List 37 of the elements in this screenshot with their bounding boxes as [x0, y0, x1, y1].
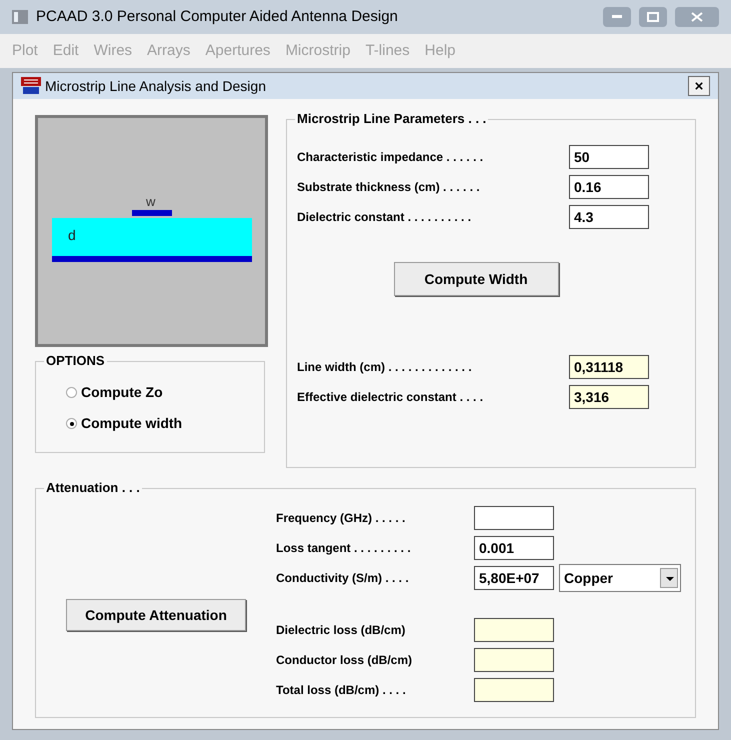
field-label: Dielectric loss (dB/cm)	[276, 623, 406, 637]
radio-option[interactable]: Compute Zo	[66, 382, 264, 403]
width-label: w	[146, 194, 156, 209]
field-label: Characteristic impedance . . . . . .	[297, 150, 484, 164]
output-field[interactable]	[474, 618, 554, 642]
close-button[interactable]: ×	[688, 76, 710, 96]
dialog-title: Microstrip Line Analysis and Design	[45, 76, 266, 96]
input-field[interactable]: 0.001	[474, 536, 554, 560]
field-label: Loss tangent . . . . . . . . .	[276, 541, 411, 555]
app-icon	[12, 10, 28, 24]
close-icon	[691, 12, 703, 22]
field-label: Conductivity (S/m) . . . .	[276, 571, 409, 585]
window-title: PCAAD 3.0 Personal Computer Aided Antenna Design	[36, 6, 398, 27]
compute-attenuation-button[interactable]: Compute Attenuation	[66, 599, 246, 631]
field-label: Substrate thickness (cm) . . . . . .	[297, 180, 480, 194]
field-label: Conductor loss (dB/cm)	[276, 653, 412, 667]
app-logo-icon	[21, 77, 41, 95]
field-label: Effective dielectric constant . . . .	[297, 390, 484, 404]
field-label: Frequency (GHz) . . . . .	[276, 511, 406, 525]
input-field[interactable]: 4.3	[569, 205, 649, 229]
output-field[interactable]: 3,316	[569, 385, 649, 409]
output-field[interactable]	[474, 648, 554, 672]
radio-option[interactable]: Compute width	[66, 413, 264, 434]
thickness-label: d	[68, 227, 76, 243]
field-label: Dielectric constant . . . . . . . . . .	[297, 210, 472, 224]
maximize-icon	[647, 12, 659, 22]
output-field[interactable]: 0,31118	[569, 355, 649, 379]
compute-width-button[interactable]: Compute Width	[394, 262, 558, 296]
field-label: Line width (cm) . . . . . . . . . . . . .	[297, 360, 472, 374]
material-dropdown[interactable]: Copper	[559, 564, 681, 592]
output-field[interactable]	[474, 678, 554, 702]
input-field[interactable]: 50	[569, 145, 649, 169]
input-field[interactable]: 5,80E+07	[474, 566, 554, 590]
input-field[interactable]: 0.16	[569, 175, 649, 199]
field-label: Total loss (dB/cm) . . . .	[276, 683, 406, 697]
minimize-icon	[612, 15, 622, 19]
input-field[interactable]	[474, 506, 554, 530]
